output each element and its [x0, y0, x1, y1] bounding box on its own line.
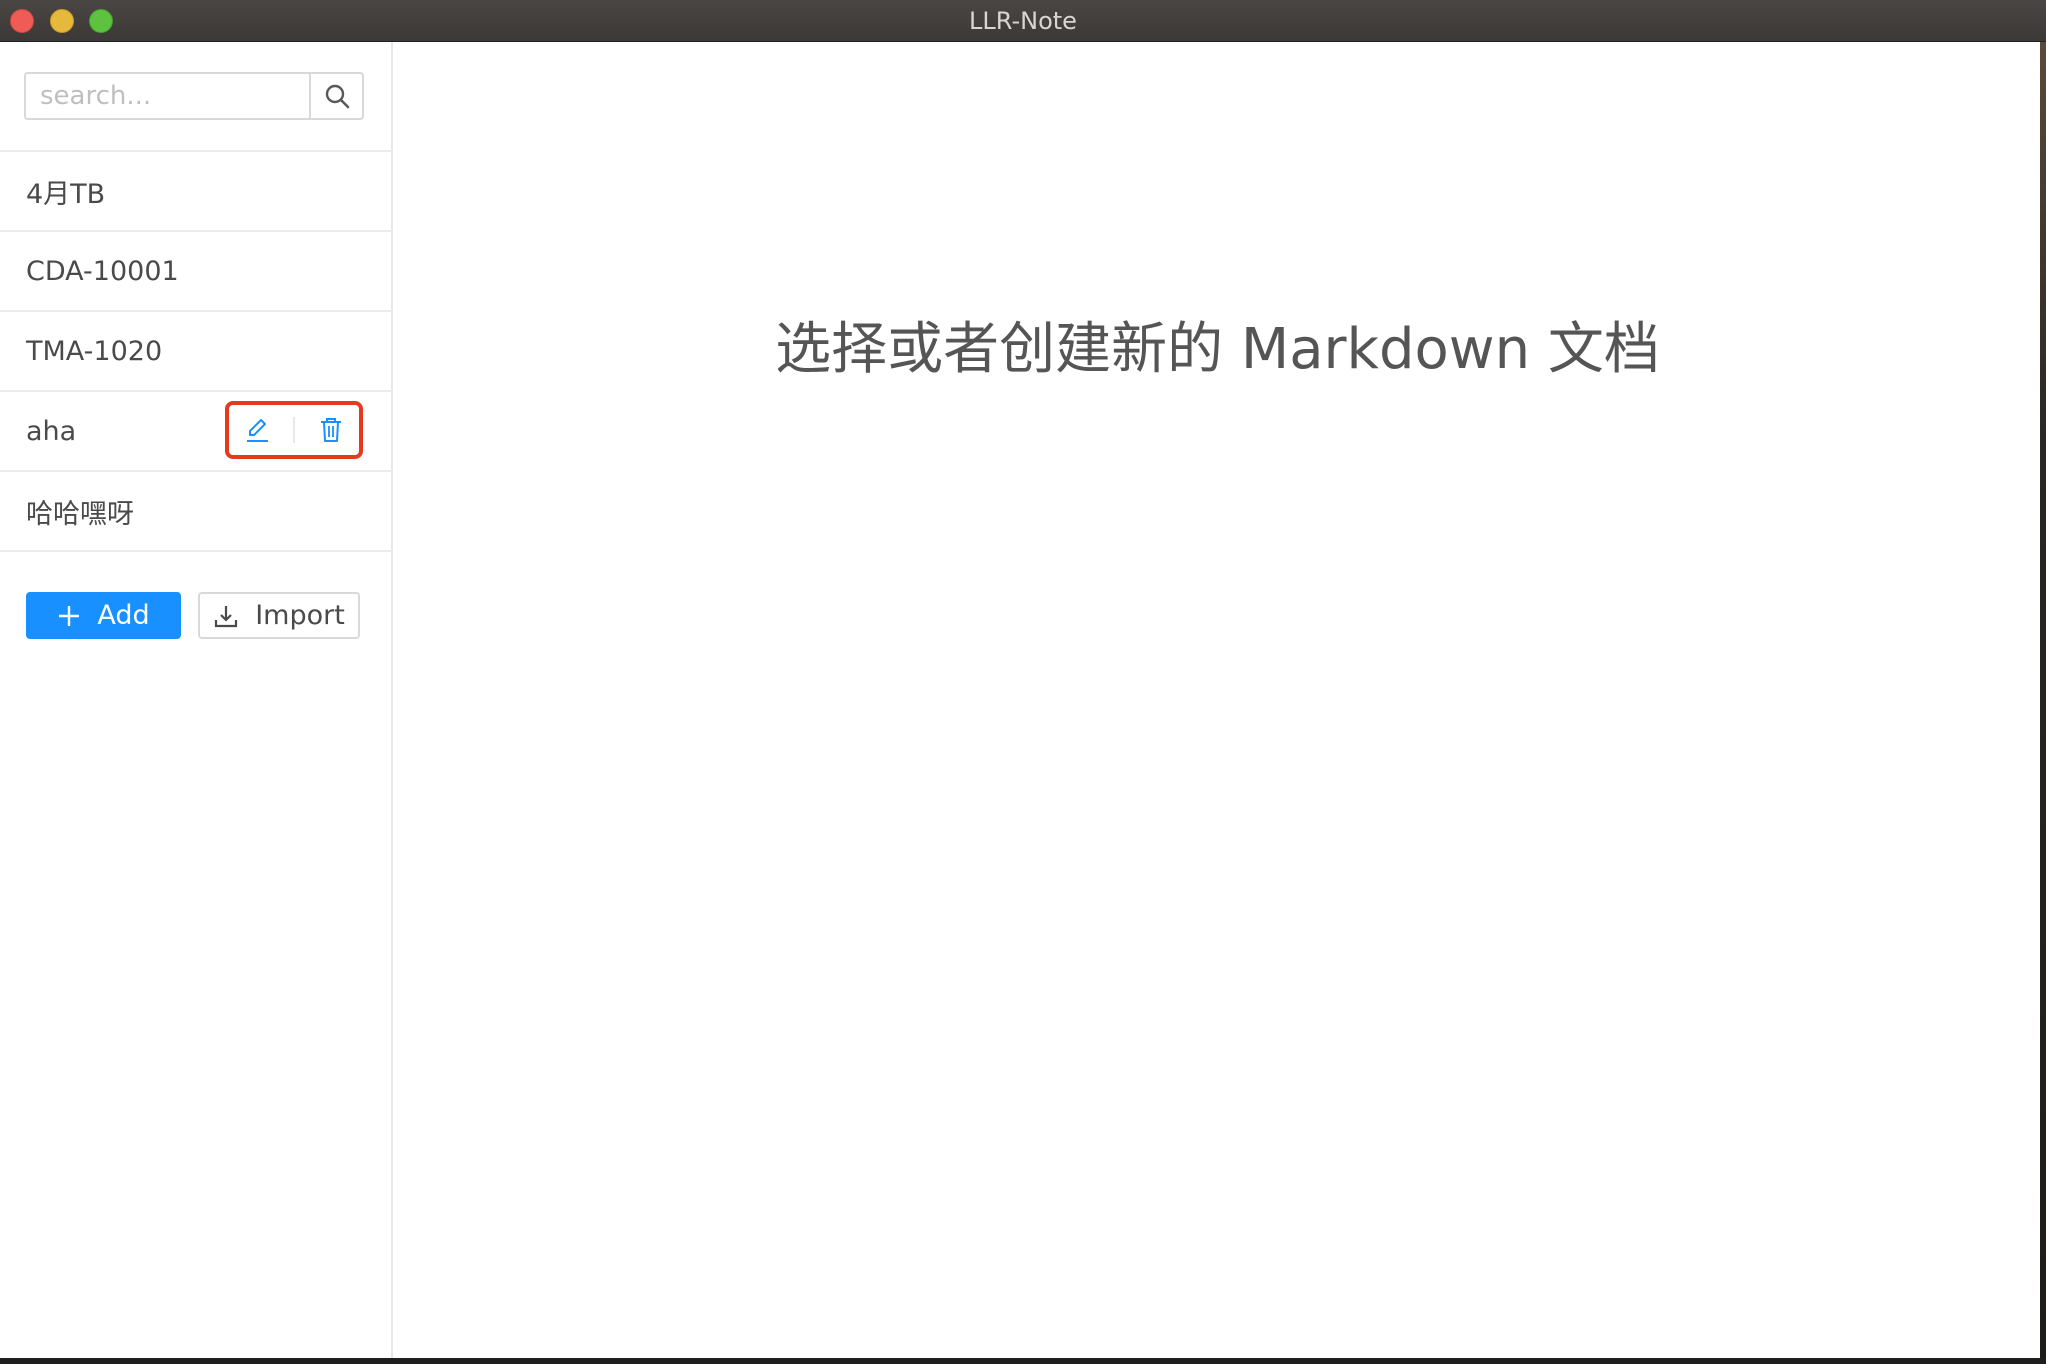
- file-item[interactable]: TMA-1020: [0, 312, 393, 392]
- file-item[interactable]: 4月TB: [0, 152, 393, 232]
- import-button[interactable]: Import: [198, 592, 360, 639]
- edit-file-button[interactable]: [237, 410, 277, 450]
- title-bar: LLR-Note: [0, 0, 2046, 42]
- window-right-edge: [2040, 42, 2046, 1364]
- file-title: aha: [26, 415, 77, 447]
- file-title: 4月TB: [26, 178, 106, 210]
- editor-area: 选择或者创建新的 Markdown 文档: [395, 42, 2040, 1358]
- search-button[interactable]: [309, 72, 364, 120]
- search-input[interactable]: [24, 72, 309, 120]
- sidebar-actions: Add Import: [26, 592, 360, 639]
- edit-icon: [247, 419, 268, 442]
- add-button-label: Add: [97, 600, 150, 631]
- file-list: 4月TB CDA-10001 TMA-1020 aha 哈哈嘿呀: [0, 150, 393, 552]
- empty-state-message: 选择或者创建新的 Markdown 文档: [775, 317, 1660, 382]
- file-item-hovered[interactable]: aha: [0, 392, 393, 472]
- file-title: 哈哈嘿呀: [26, 498, 134, 530]
- delete-file-button[interactable]: [311, 410, 351, 450]
- import-icon: [215, 605, 238, 627]
- app-window: LLR-Note 4月TB CDA-10001 TMA-1020 ah: [0, 0, 2046, 1364]
- window-title: LLR-Note: [969, 7, 1077, 35]
- file-title: CDA-10001: [26, 255, 179, 287]
- delete-icon: [321, 418, 341, 442]
- add-button[interactable]: Add: [26, 592, 181, 639]
- import-button-label: Import: [255, 600, 345, 631]
- window-bottom-edge: [0, 1358, 2046, 1364]
- actions-divider: [293, 417, 295, 443]
- search-box: [24, 72, 364, 120]
- file-item[interactable]: CDA-10001: [0, 232, 393, 312]
- plus-icon: [59, 605, 80, 626]
- file-actions-highlight: [225, 401, 363, 459]
- search-icon: [325, 84, 349, 109]
- file-title: TMA-1020: [26, 335, 163, 367]
- sidebar: 4月TB CDA-10001 TMA-1020 aha: [0, 42, 393, 1358]
- file-item[interactable]: 哈哈嘿呀: [0, 472, 393, 552]
